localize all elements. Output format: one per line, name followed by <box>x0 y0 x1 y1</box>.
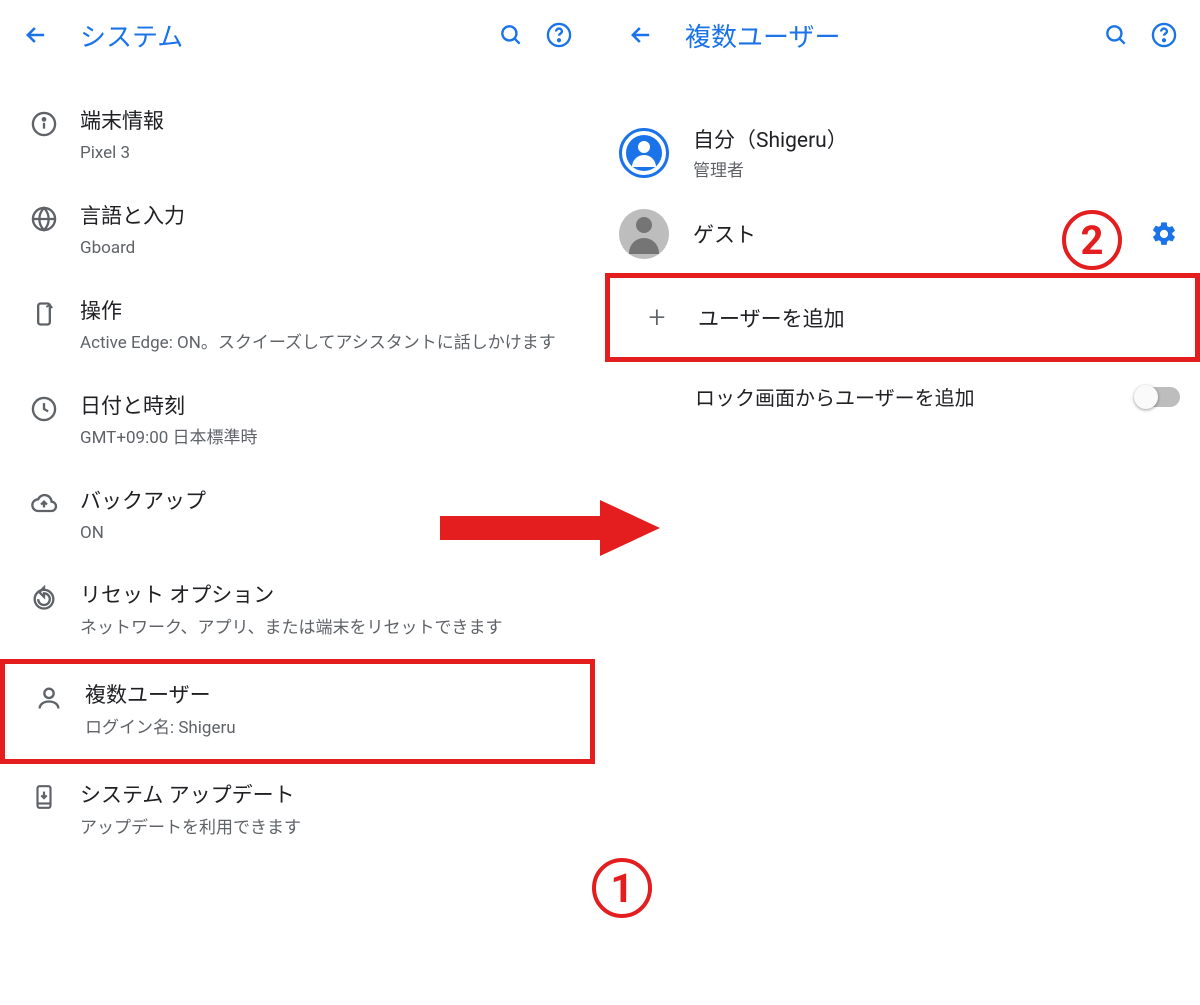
page-title: システム <box>80 17 487 54</box>
item-title: 言語と入力 <box>80 203 579 232</box>
item-title: 日付と時刻 <box>80 393 579 422</box>
item-title: システム アップデート <box>80 782 579 811</box>
cloud-upload-icon <box>8 488 80 518</box>
item-subtitle: Active Edge: ON。スクイーズしてアシスタントに話しかけます <box>80 331 579 357</box>
plus-icon: + <box>632 300 682 335</box>
search-icon <box>1103 22 1129 48</box>
item-reset-options[interactable]: リセット オプション ネットワーク、アプリ、または端末をリセットできます <box>0 564 595 659</box>
person-icon <box>13 682 85 712</box>
user-title: 自分（Shigeru） <box>693 124 1184 154</box>
toggle-label: ロック画面からユーザーを追加 <box>695 382 1136 411</box>
help-button[interactable] <box>535 11 583 59</box>
help-icon <box>545 21 573 49</box>
item-system-update[interactable]: システム アップデート アップデートを利用できます <box>0 764 595 859</box>
annotation-2: 2 <box>1062 210 1122 270</box>
item-subtitle: Gboard <box>80 236 579 262</box>
lockscreen-toggle[interactable] <box>1136 387 1180 407</box>
user-subtitle: 管理者 <box>693 156 1184 181</box>
item-subtitle: GMT+09:00 日本標準時 <box>80 426 579 452</box>
gear-icon <box>1150 220 1178 248</box>
item-title: 操作 <box>80 298 579 327</box>
system-update-icon <box>8 782 80 810</box>
user-self[interactable]: 自分（Shigeru） 管理者 <box>605 110 1200 195</box>
item-language-input[interactable]: 言語と入力 Gboard <box>0 185 595 280</box>
item-subtitle: Pixel 3 <box>80 141 579 167</box>
back-button[interactable] <box>617 11 665 59</box>
header: 複数ユーザー <box>605 0 1200 70</box>
info-icon <box>8 108 80 138</box>
back-button[interactable] <box>12 11 60 59</box>
item-title: リセット オプション <box>80 582 579 611</box>
add-user-button[interactable]: + ユーザーを追加 <box>605 273 1200 362</box>
item-subtitle: アップデートを利用できます <box>80 816 579 842</box>
avatar-guest-icon <box>619 209 669 259</box>
item-subtitle: ネットワーク、アプリ、または端末をリセットできます <box>80 616 579 642</box>
item-title: 端末情報 <box>80 108 579 137</box>
annotation-1: 1 <box>592 858 652 918</box>
settings-list: 端末情報 Pixel 3 言語と入力 Gboard 操作 Active Edge… <box>0 70 595 859</box>
search-icon <box>498 22 524 48</box>
help-icon <box>1150 21 1178 49</box>
lockscreen-add-user-row: ロック画面からユーザーを追加 <box>605 362 1200 431</box>
search-button[interactable] <box>1092 11 1140 59</box>
arrow-left-icon <box>627 21 655 49</box>
guest-settings-button[interactable] <box>1144 214 1184 254</box>
item-title: 複数ユーザー <box>85 682 574 711</box>
item-gestures[interactable]: 操作 Active Edge: ON。スクイーズしてアシスタントに話しかけます <box>0 280 595 375</box>
arrow-left-icon <box>22 21 50 49</box>
globe-icon <box>8 203 80 233</box>
item-about-phone[interactable]: 端末情報 Pixel 3 <box>0 90 595 185</box>
annotation-arrow-icon <box>440 500 660 556</box>
avatar-self-icon <box>619 128 669 178</box>
item-subtitle: ログイン名: Shigeru <box>85 716 574 742</box>
add-user-label: ユーザーを追加 <box>698 303 845 333</box>
item-date-time[interactable]: 日付と時刻 GMT+09:00 日本標準時 <box>0 375 595 470</box>
reset-icon <box>8 582 80 612</box>
clock-icon <box>8 393 80 423</box>
item-multiple-users[interactable]: 複数ユーザー ログイン名: Shigeru <box>0 659 595 764</box>
header: システム <box>0 0 595 70</box>
search-button[interactable] <box>487 11 535 59</box>
multiple-users-screen: 複数ユーザー 自分（Shigeru） 管理者 ゲスト + ユーザーを追加 ロック… <box>605 0 1200 1005</box>
gestures-icon <box>8 298 80 328</box>
help-button[interactable] <box>1140 11 1188 59</box>
page-title: 複数ユーザー <box>685 17 1092 54</box>
